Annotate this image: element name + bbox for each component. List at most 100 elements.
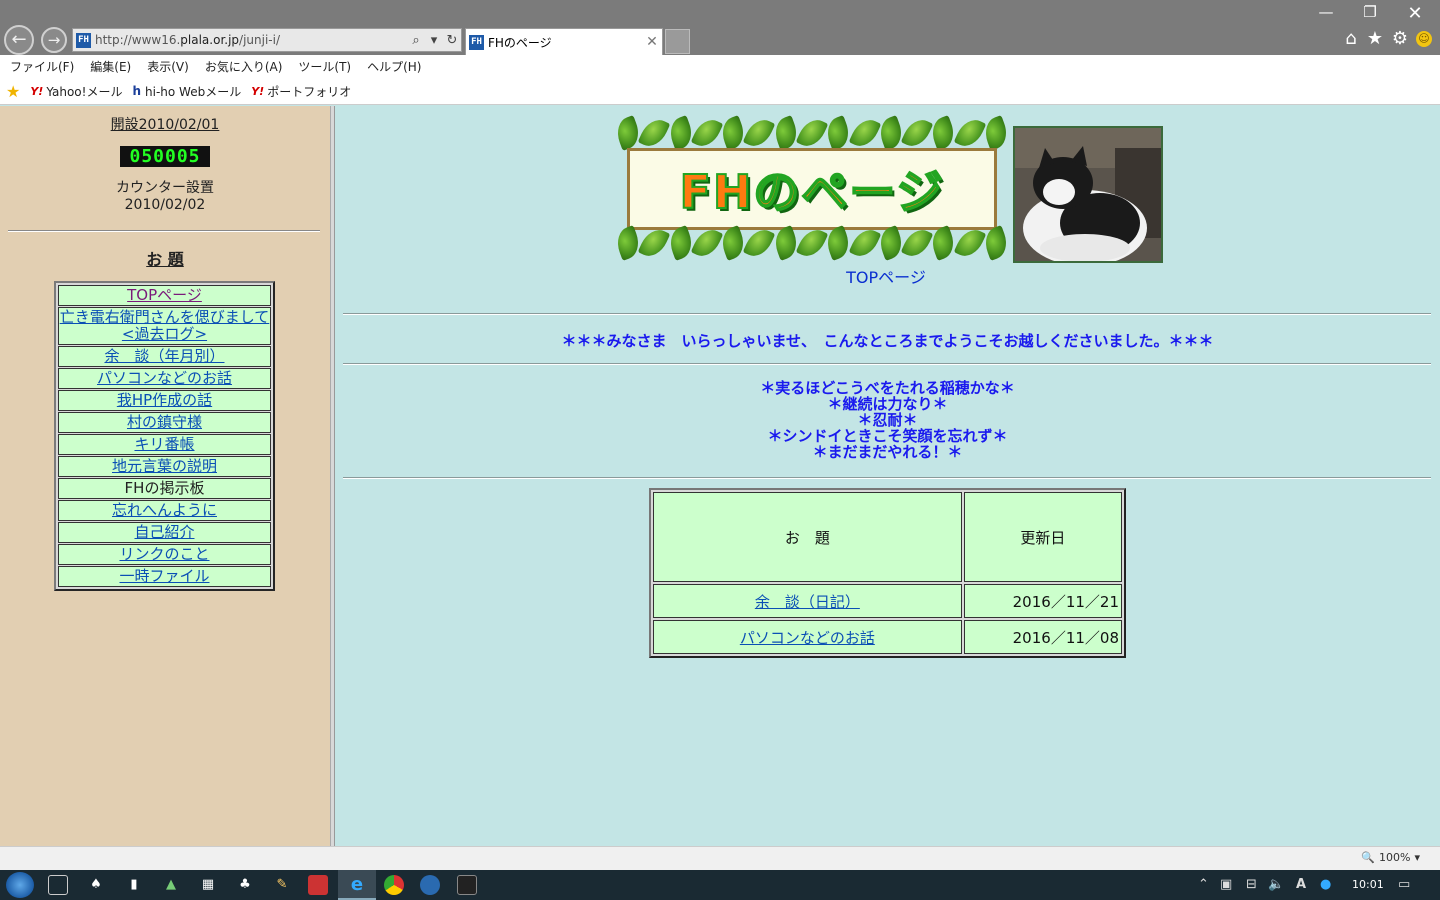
menu-tools[interactable]: ツール(T) xyxy=(298,58,351,75)
nav-top-page[interactable]: TOPページ xyxy=(58,285,271,306)
ie-taskbar-button[interactable]: e xyxy=(338,870,376,900)
menu-bar: ファイル(F) 編集(E) 表示(V) お気に入り(A) ツール(T) ヘルプ(… xyxy=(0,55,1440,78)
banner-title: FHのページ xyxy=(678,164,945,220)
column-header-title: お 題 xyxy=(653,492,962,582)
table-cell-date: 2016／11／08 xyxy=(963,620,1122,654)
site-banner: FHのページ xyxy=(612,114,1012,262)
zoom-level: 100% xyxy=(1379,851,1411,864)
browser-tab[interactable]: FH FHのページ ✕ xyxy=(465,28,663,55)
task-view-icon[interactable] xyxy=(48,875,68,895)
diary-link[interactable]: 余 談（日記） xyxy=(755,591,860,612)
table-row: パソコンなどのお話 2016／11／08 xyxy=(652,619,1123,655)
tab-close-icon[interactable]: ✕ xyxy=(642,34,662,50)
fav-yahoo-mail[interactable]: Y! Yahoo!メール xyxy=(30,83,122,100)
site-favicon-icon: FH xyxy=(76,32,91,48)
yahoo-icon: Y! xyxy=(251,84,265,98)
address-url[interactable]: http://www16.plala.or.jp/junji-i/ xyxy=(95,33,407,47)
fav-portfolio[interactable]: Y! ポートフォリオ xyxy=(251,83,351,100)
nav-kiriban[interactable]: キリ番帳 xyxy=(58,434,271,455)
chevron-up-icon[interactable]: ⌃ xyxy=(1198,877,1209,892)
zoom-control[interactable]: 🔍 100% ▾ xyxy=(1361,851,1420,864)
feedback-smiley-icon[interactable]: ☺ xyxy=(1416,31,1432,47)
motto-list: ＊実るほどこうべをたれる稲穂かな＊ ＊継続は力なり＊ ＊忍耐＊ ＊シンドイときこ… xyxy=(335,380,1440,460)
nav-memo[interactable]: 忘れへんように xyxy=(58,500,271,521)
table-row: 余 談（日記） 2016／11／21 xyxy=(652,583,1123,619)
internet-explorer-icon: e xyxy=(350,874,364,895)
nav-menu: TOPページ 亡き電右衛門さんを偲びまして <過去ログ> 余 談（年月別） パソコ… xyxy=(54,281,275,591)
new-tab-button[interactable] xyxy=(665,29,690,54)
status-bar: 🔍 100% ▾ xyxy=(0,846,1440,870)
access-counter: 050005 xyxy=(120,146,210,167)
motto-line: ＊忍耐＊ xyxy=(857,411,918,429)
volume-icon[interactable]: 🔈 xyxy=(1268,877,1284,892)
nav-links[interactable]: リンクのこと xyxy=(58,544,271,565)
ime-icon[interactable]: A xyxy=(1296,877,1306,892)
start-button[interactable] xyxy=(6,872,34,898)
tab-favicon-icon: FH xyxy=(469,34,484,50)
yahoo-icon: Y! xyxy=(30,84,44,98)
fav-hiho-webmail[interactable]: h hi-ho Webメール xyxy=(132,83,241,100)
top-page-label: TOPページ xyxy=(846,268,926,287)
back-button[interactable]: ← xyxy=(4,25,34,55)
nav-hp-making[interactable]: 我HP作成の話 xyxy=(58,390,271,411)
menu-file[interactable]: ファイル(F) xyxy=(10,58,74,75)
paint-icon[interactable]: ✎ xyxy=(272,875,292,895)
calculator-icon[interactable]: ▦ xyxy=(198,875,218,895)
menu-favorites[interactable]: お気に入り(A) xyxy=(205,58,283,75)
nav-diary-by-month[interactable]: 余 談（年月別） xyxy=(58,346,271,367)
forward-button[interactable]: → xyxy=(41,27,67,53)
table-cell-title: パソコンなどのお話 xyxy=(653,620,962,654)
nav-temp-file[interactable]: 一時ファイル xyxy=(58,566,271,587)
table-cell-title: 余 談（日記） xyxy=(653,584,962,618)
search-icon[interactable]: ⌕ xyxy=(407,33,425,48)
minimize-button[interactable]: — xyxy=(1311,3,1341,21)
motto-line: ＊継続は力なり＊ xyxy=(827,395,948,413)
app-icon[interactable] xyxy=(308,875,328,895)
zoom-icon: 🔍 xyxy=(1361,851,1376,864)
favorites-star-icon[interactable]: ★ xyxy=(1364,28,1386,49)
nav-memorial[interactable]: 亡き電右衛門さんを偲びまして <過去ログ> xyxy=(58,307,271,345)
divider xyxy=(343,477,1431,479)
motto-line: ＊シンドイときこそ笑顔を忘れず＊ xyxy=(767,427,1008,445)
tray-app-icon[interactable]: ● xyxy=(1320,877,1331,892)
taskbar: ♠ ▮ ▲ ▦ ♣ ✎ e ⌃ ▣ ⊟ 🔈 A ● 10:01 ▭ xyxy=(0,870,1440,900)
app-icon[interactable]: ▮ xyxy=(124,875,144,895)
refresh-icon[interactable]: ↻ xyxy=(443,33,461,48)
divider xyxy=(8,230,320,232)
table-header-row: お 題 更新日 xyxy=(652,491,1123,583)
nav-profile[interactable]: 自己紹介 xyxy=(58,522,271,543)
app-icon[interactable]: ♣ xyxy=(235,875,255,895)
tray-app-icon[interactable]: ▣ xyxy=(1220,877,1232,892)
opened-date: 開設2010/02/01 xyxy=(110,117,220,133)
chrome-icon[interactable] xyxy=(384,875,404,895)
solitaire-icon[interactable]: ♠ xyxy=(86,875,106,895)
chevron-down-icon[interactable]: ▾ xyxy=(1414,851,1420,864)
tab-title: FHのページ xyxy=(488,35,552,50)
app-icon[interactable]: ▲ xyxy=(161,875,181,895)
menu-help[interactable]: ヘルプ(H) xyxy=(367,58,421,75)
banner-board: FHのページ xyxy=(627,148,997,230)
nav-pc-talk[interactable]: パソコンなどのお話 xyxy=(58,368,271,389)
close-window-button[interactable]: ✕ xyxy=(1400,3,1430,24)
globe-icon[interactable] xyxy=(420,875,440,895)
update-table: お 題 更新日 余 談（日記） 2016／11／21 パソコンなどのお話 201… xyxy=(649,488,1126,658)
dropdown-arrow-icon[interactable]: ▾ xyxy=(425,33,443,48)
nav-village-shrine[interactable]: 村の鎮守様 xyxy=(58,412,271,433)
notification-icon[interactable]: ▭ xyxy=(1398,877,1410,892)
network-icon[interactable]: ⊟ xyxy=(1246,877,1257,892)
table-cell-date: 2016／11／21 xyxy=(963,584,1122,618)
nav-dialect[interactable]: 地元言葉の説明 xyxy=(58,456,271,477)
restore-button[interactable]: ❐ xyxy=(1355,3,1385,21)
clock[interactable]: 10:01 xyxy=(1352,878,1384,891)
menu-view[interactable]: 表示(V) xyxy=(147,58,189,75)
home-icon[interactable]: ⌂ xyxy=(1340,28,1362,49)
menu-edit[interactable]: 編集(E) xyxy=(90,58,131,75)
pc-talk-link[interactable]: パソコンなどのお話 xyxy=(740,627,875,648)
favorites-bar: ★ Y! Yahoo!メール h hi-ho Webメール Y! ポートフォリオ xyxy=(0,78,1440,105)
address-bar[interactable]: FH http://www16.plala.or.jp/junji-i/ ⌕ ▾… xyxy=(72,28,462,52)
nav-bbs[interactable]: FHの掲示板 xyxy=(58,478,271,499)
add-favorite-star-icon[interactable]: ★ xyxy=(6,82,20,101)
terminal-icon[interactable] xyxy=(457,875,477,895)
gear-icon[interactable]: ⚙ xyxy=(1389,28,1411,49)
motto-line: ＊まだまだやれる！＊ xyxy=(812,443,963,461)
